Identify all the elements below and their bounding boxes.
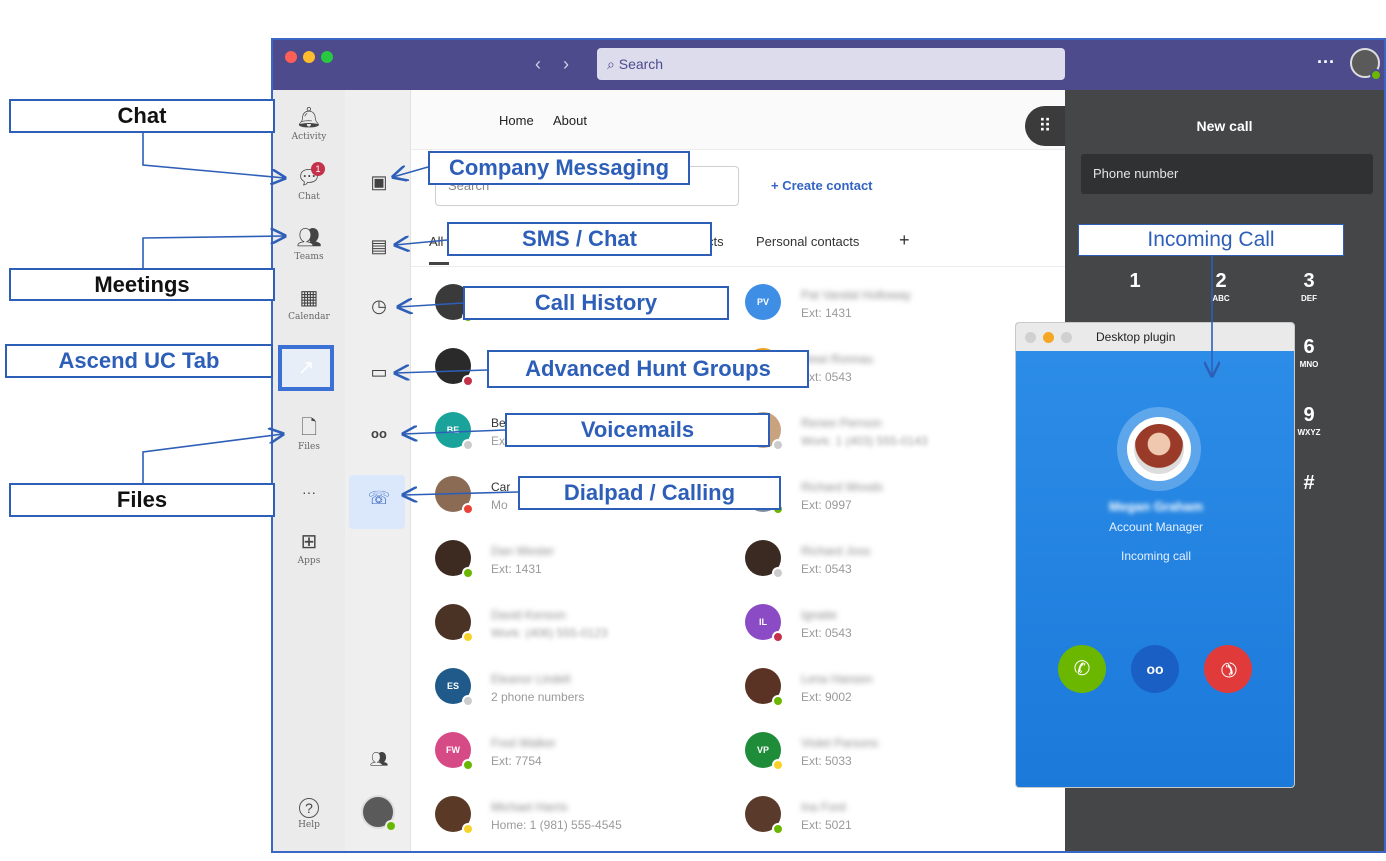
annotation-call-history: Call History [463, 286, 729, 320]
annotation-ascend-uc-tab: Ascend UC Tab [5, 344, 273, 378]
annotation-files: Files [9, 483, 275, 517]
annotation-dialpad-calling: Dialpad / Calling [518, 476, 781, 510]
annotation-company-messaging: Company Messaging [428, 151, 690, 185]
annotation-voicemails: Voicemails [505, 413, 770, 447]
annotation-incoming-call: Incoming Call [1078, 224, 1344, 256]
annotation-chat: Chat [9, 99, 275, 133]
annotation-meetings: Meetings [9, 268, 275, 301]
annotation-sms-chat: SMS / Chat [447, 222, 712, 256]
annotation-advanced-hunt-groups: Advanced Hunt Groups [487, 350, 809, 388]
screenshot-root: ‹ › ⌕ Search ··· 🔔︎ Activity 💬︎ 1 Chat 👥… [0, 0, 1386, 861]
